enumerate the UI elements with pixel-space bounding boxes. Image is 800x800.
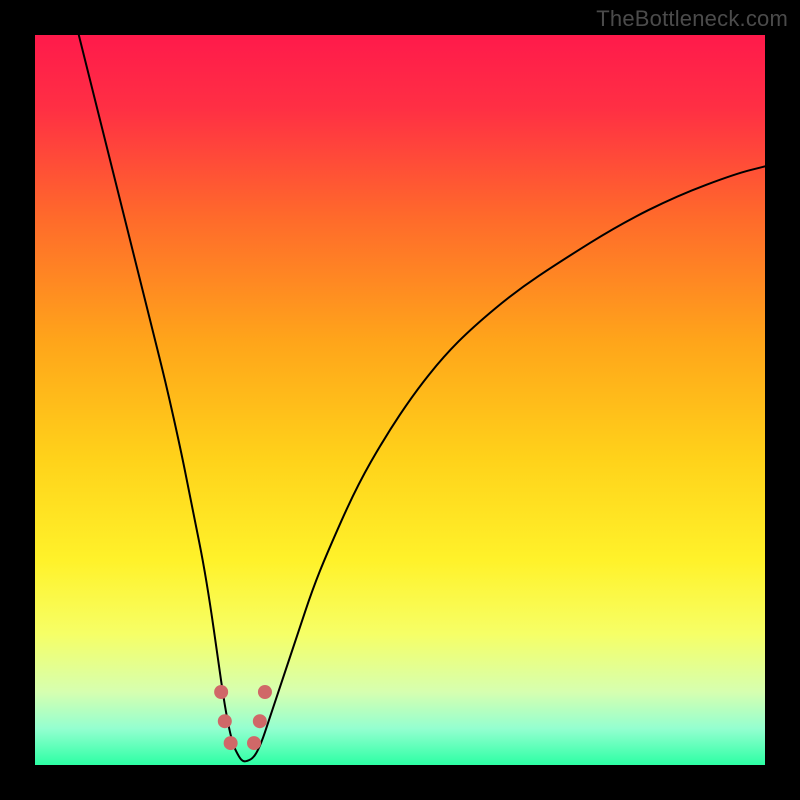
marker-dot — [258, 685, 272, 699]
watermark-text: TheBottleneck.com — [596, 6, 788, 32]
chart-svg — [35, 35, 765, 765]
marker-dot — [218, 714, 232, 728]
marker-dot — [247, 736, 261, 750]
marker-dot — [253, 714, 267, 728]
plot-area — [35, 35, 765, 765]
gradient-background — [35, 35, 765, 765]
chart-frame: TheBottleneck.com — [0, 0, 800, 800]
marker-dot — [214, 685, 228, 699]
marker-dot — [224, 736, 238, 750]
